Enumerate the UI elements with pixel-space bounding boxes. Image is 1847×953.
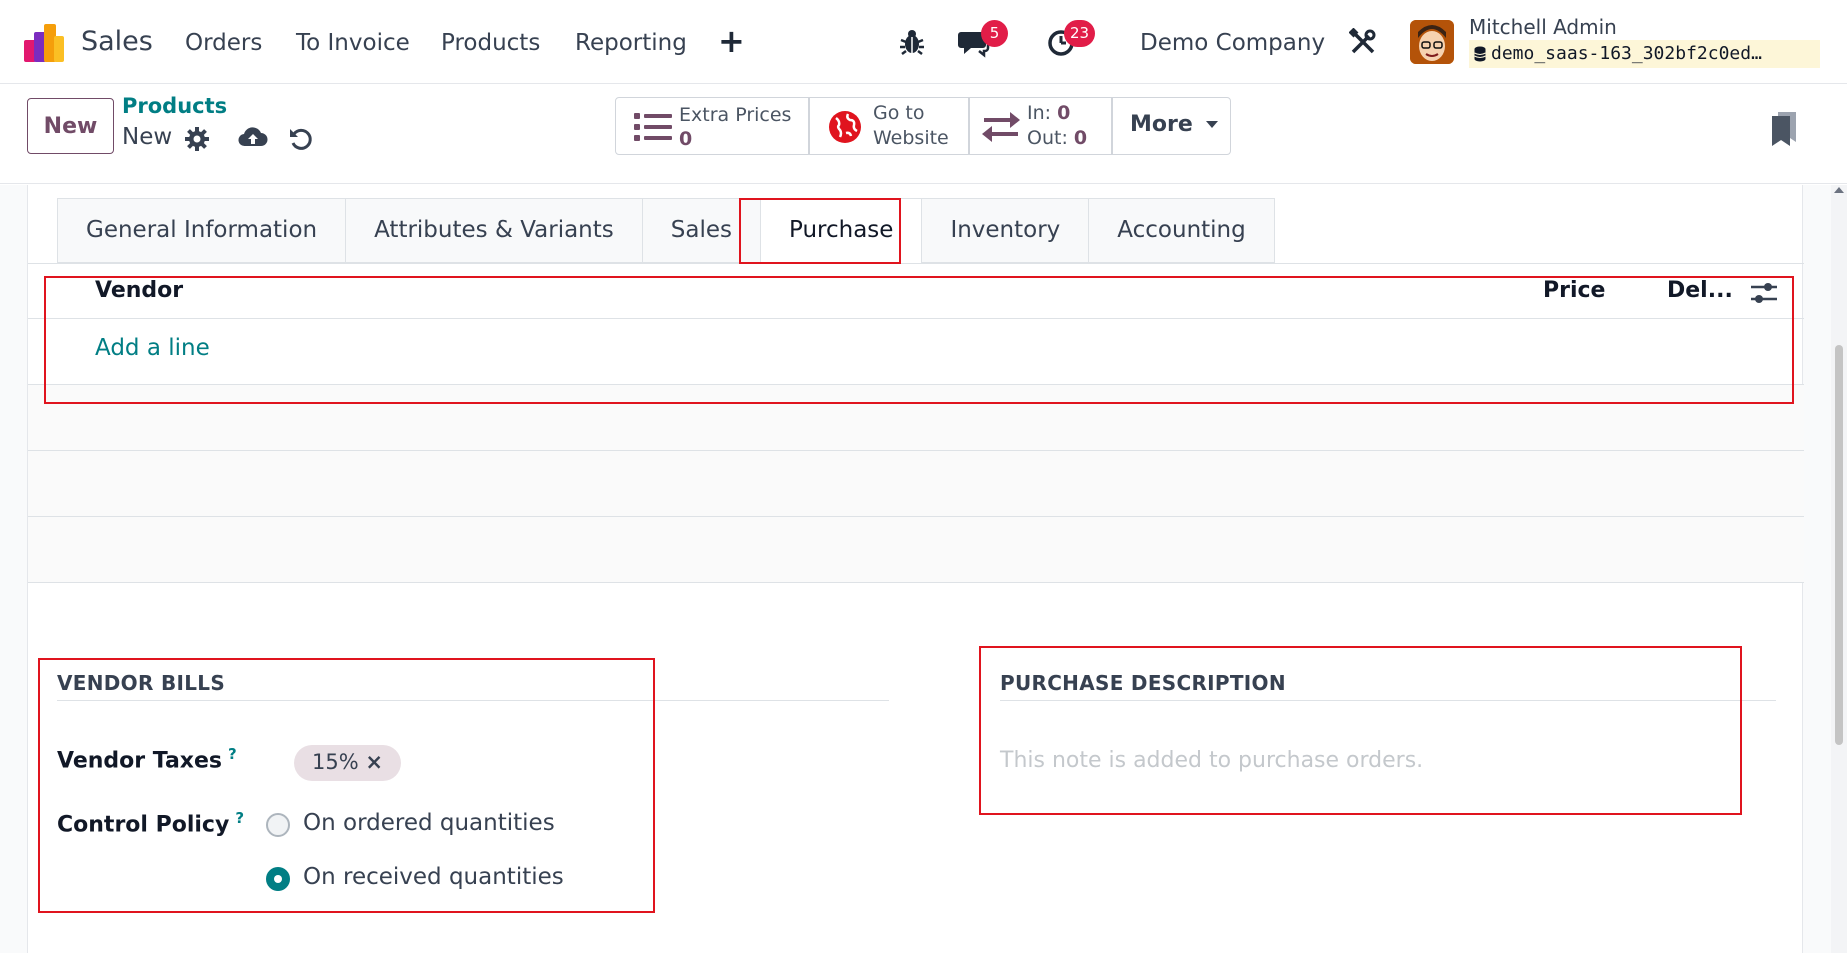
database-name: demo_saas-163_302bf2c0ed… bbox=[1469, 40, 1820, 68]
tab-accounting[interactable]: Accounting bbox=[1088, 198, 1275, 263]
bookmark-icon[interactable] bbox=[1772, 112, 1798, 146]
vendor-bills-divider bbox=[57, 700, 889, 701]
new-button[interactable]: New bbox=[27, 98, 114, 154]
sales-app-logo-icon[interactable] bbox=[24, 22, 66, 62]
vendor-bills-title: VENDOR BILLS bbox=[57, 671, 226, 695]
vendor-taxes-label-text: Vendor Taxes bbox=[57, 748, 222, 774]
out-count: 0 bbox=[1073, 127, 1088, 149]
column-delivery[interactable]: Del... bbox=[1667, 278, 1733, 303]
company-switcher[interactable]: Demo Company bbox=[1140, 30, 1325, 56]
optional-columns-toggle-icon[interactable] bbox=[1751, 281, 1777, 305]
messages-count-badge: 5 bbox=[981, 20, 1008, 47]
menu-orders[interactable]: Orders bbox=[185, 30, 262, 56]
purchase-description-title: PURCHASE DESCRIPTION bbox=[1000, 671, 1286, 695]
control-policy-label: Control Policy? bbox=[57, 809, 244, 837]
app-name[interactable]: Sales bbox=[81, 26, 153, 57]
in-label-text: In: bbox=[1027, 102, 1052, 124]
control-policy-label-text: Control Policy bbox=[57, 812, 230, 838]
user-avatar[interactable] bbox=[1410, 20, 1454, 64]
breadcrumb-current: New bbox=[122, 124, 173, 150]
debug-bug-icon[interactable] bbox=[896, 26, 928, 58]
go-to-website-button[interactable]: Go to Website bbox=[809, 97, 969, 155]
tax-tag-15[interactable]: 15% × bbox=[294, 745, 401, 781]
globe-icon bbox=[829, 111, 861, 143]
list-icon bbox=[634, 113, 672, 141]
caret-down-icon bbox=[1206, 121, 1219, 128]
vendor-taxes-label: Vendor Taxes? bbox=[57, 745, 237, 773]
notebook-tabs: General Information Attributes & Variant… bbox=[57, 198, 1275, 263]
tab-sales[interactable]: Sales bbox=[641, 198, 760, 263]
breadcrumb-products[interactable]: Products bbox=[122, 94, 227, 118]
remove-tag-icon[interactable]: × bbox=[365, 750, 383, 774]
settings-tools-icon[interactable] bbox=[1349, 28, 1377, 56]
more-dropdown-button[interactable]: More bbox=[1112, 97, 1231, 155]
more-label: More bbox=[1130, 112, 1193, 137]
tab-inventory[interactable]: Inventory bbox=[921, 198, 1089, 263]
website-label-line2: Website bbox=[873, 127, 949, 149]
scroll-up-arrow-icon[interactable] bbox=[1834, 187, 1844, 193]
empty-list-row bbox=[28, 517, 1804, 583]
extra-prices-button[interactable]: Extra Prices 0 bbox=[615, 97, 809, 155]
activities-count-badge: 23 bbox=[1064, 20, 1096, 47]
add-line-row: Add a line bbox=[28, 319, 1804, 385]
tax-tag-label: 15% bbox=[312, 750, 359, 774]
in-out-moves-button[interactable]: In: 0 Out: 0 bbox=[969, 97, 1112, 155]
vendor-list-header: Vendor Price Del... bbox=[28, 264, 1804, 319]
database-name-text: demo_saas-163_302bf2c0ed… bbox=[1491, 43, 1762, 64]
empty-list-row bbox=[28, 385, 1804, 451]
radio-received-quantities-label[interactable]: On received quantities bbox=[303, 864, 564, 890]
save-cloud-upload-icon[interactable] bbox=[238, 124, 268, 150]
vertical-scrollbar[interactable] bbox=[1831, 185, 1847, 953]
plus-icon[interactable]: + bbox=[718, 22, 745, 60]
in-label: In: 0 bbox=[1027, 101, 1070, 125]
tab-attributes-variants[interactable]: Attributes & Variants bbox=[345, 198, 642, 263]
gear-icon[interactable] bbox=[184, 126, 210, 152]
radio-ordered-quantities[interactable] bbox=[266, 813, 290, 837]
out-label-text: Out: bbox=[1027, 127, 1068, 149]
out-label: Out: 0 bbox=[1027, 126, 1087, 150]
column-vendor[interactable]: Vendor bbox=[95, 278, 183, 303]
in-count: 0 bbox=[1057, 102, 1071, 124]
purchase-description-input[interactable]: This note is added to purchase orders. bbox=[1000, 748, 1423, 773]
vendor-taxes-help-icon[interactable]: ? bbox=[228, 745, 237, 763]
menu-reporting[interactable]: Reporting bbox=[575, 30, 687, 56]
control-panel: New Products New Extra Prices 0 Go to We… bbox=[0, 84, 1847, 184]
extra-prices-count: 0 bbox=[679, 128, 693, 150]
tab-general-information[interactable]: General Information bbox=[57, 198, 346, 263]
radio-received-quantities[interactable] bbox=[266, 867, 290, 891]
form-sheet: General Information Attributes & Variant… bbox=[27, 185, 1804, 953]
control-policy-help-icon[interactable]: ? bbox=[235, 809, 244, 827]
database-icon bbox=[1474, 46, 1486, 62]
top-navbar: Sales Orders To Invoice Products Reporti… bbox=[0, 0, 1847, 84]
extra-prices-label: Extra Prices bbox=[679, 104, 792, 126]
tab-purchase[interactable]: Purchase bbox=[759, 198, 922, 263]
menu-to-invoice[interactable]: To Invoice bbox=[296, 30, 410, 56]
exchange-arrows-icon bbox=[982, 112, 1020, 142]
form-content: General Information Attributes & Variant… bbox=[0, 185, 1847, 953]
empty-list-row bbox=[28, 451, 1804, 517]
website-label-line1: Go to bbox=[873, 102, 925, 124]
radio-ordered-quantities-label[interactable]: On ordered quantities bbox=[303, 810, 555, 836]
discard-undo-icon[interactable] bbox=[288, 126, 314, 152]
purchase-description-divider bbox=[1000, 700, 1776, 701]
user-name[interactable]: Mitchell Admin bbox=[1469, 15, 1617, 39]
add-a-line-link[interactable]: Add a line bbox=[95, 335, 210, 361]
column-price[interactable]: Price bbox=[1543, 278, 1605, 303]
user-avatar-icon bbox=[1410, 20, 1454, 64]
scrollbar-thumb[interactable] bbox=[1835, 345, 1843, 745]
menu-products[interactable]: Products bbox=[441, 30, 540, 56]
